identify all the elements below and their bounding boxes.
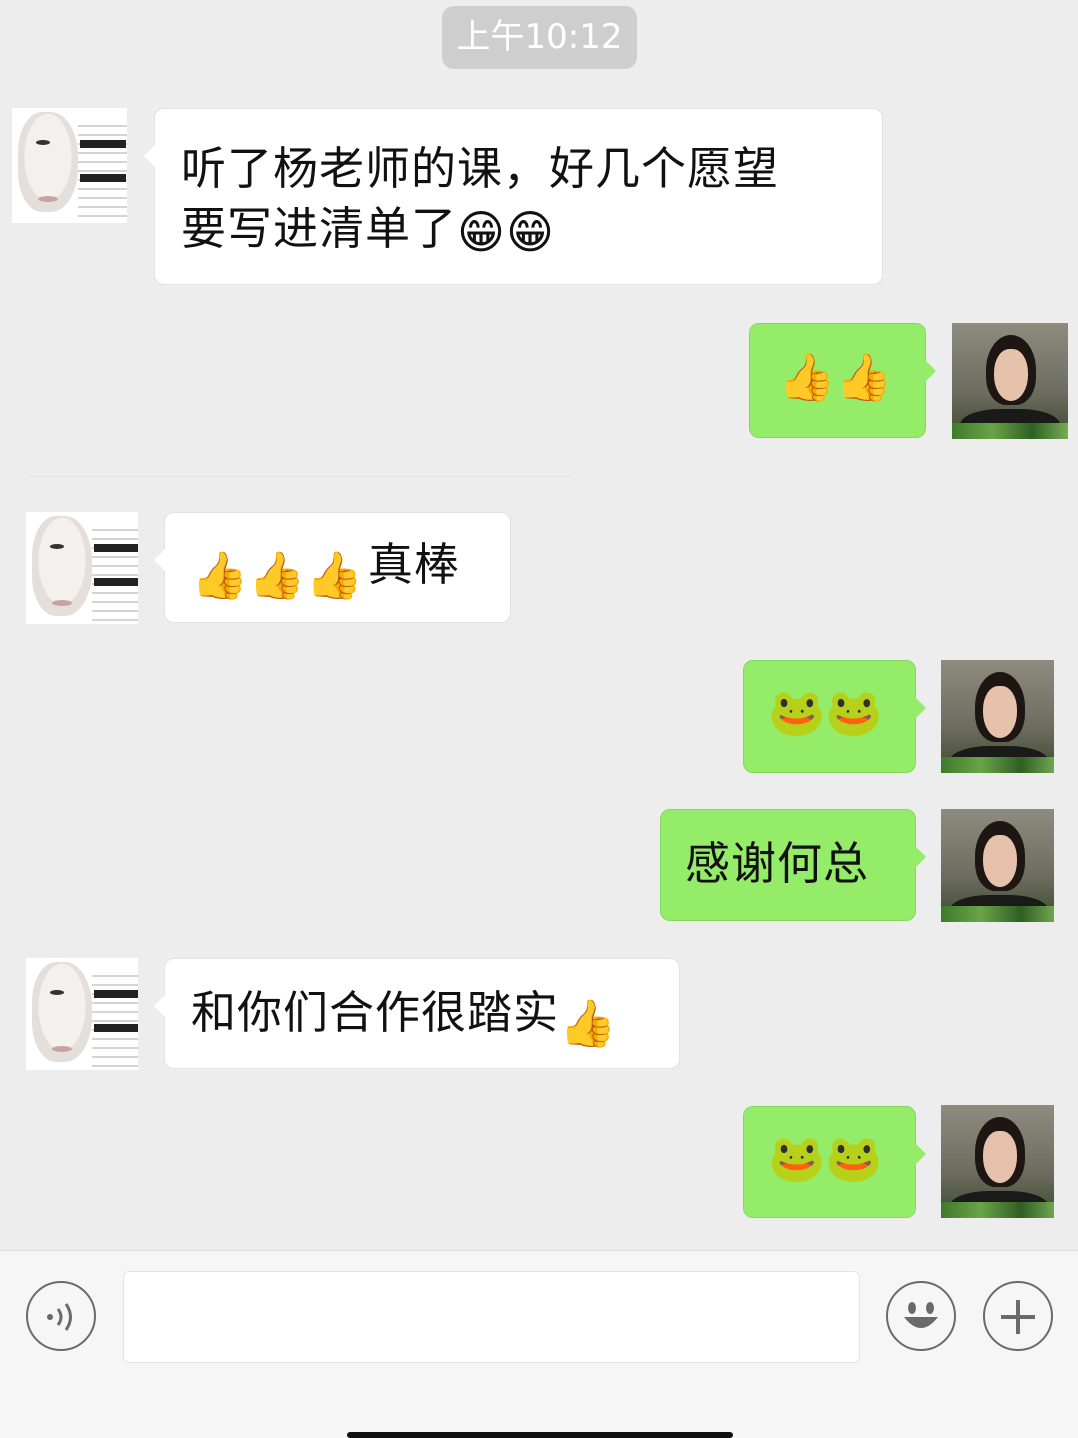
message-text: 感谢何总 xyxy=(685,837,870,890)
voice-button[interactable] xyxy=(26,1281,96,1351)
message-text: 听了杨老师的课，好几个愿望 xyxy=(181,142,780,195)
message-text: 和你们合作很踏实 xyxy=(191,986,560,1039)
voice-icon xyxy=(47,1303,72,1331)
thumbs-up-emoji: 👍👍 xyxy=(778,350,893,404)
message-bubble-incoming[interactable]: 和你们合作很踏实👍 xyxy=(154,958,680,1069)
emoji-button[interactable] xyxy=(886,1281,956,1351)
message-input[interactable] xyxy=(123,1271,860,1363)
thumbs-up-emoji: 👍👍👍 xyxy=(191,548,363,602)
message-bubble-outgoing[interactable]: 🐸🐸 xyxy=(743,1106,926,1218)
contact-avatar[interactable] xyxy=(26,958,138,1070)
message-composer xyxy=(0,1250,1078,1438)
message-text: 真棒 xyxy=(367,538,460,591)
message-bubble-incoming[interactable]: 👍👍👍 真棒 xyxy=(154,512,511,623)
frog-emoji: 🐸🐸 xyxy=(768,685,883,739)
my-avatar[interactable] xyxy=(952,323,1068,439)
my-avatar[interactable] xyxy=(941,1105,1054,1218)
home-indicator xyxy=(347,1432,733,1438)
thumbs-up-emoji: 👍 xyxy=(559,996,617,1050)
chat-screen: 上午10:12 听了杨老师的课，好几个愿望 要写进清单了😁😁 👍👍 👍👍👍 真棒… xyxy=(0,0,1078,1438)
divider xyxy=(30,476,570,477)
message-bubble-outgoing[interactable]: 👍👍 xyxy=(749,323,936,438)
message-bubble-outgoing[interactable]: 🐸🐸 xyxy=(743,660,926,773)
message-bubble-outgoing[interactable]: 感谢何总 xyxy=(660,809,926,921)
my-avatar[interactable] xyxy=(941,660,1054,773)
grin-emoji: 😁😁 xyxy=(457,205,555,259)
message-timestamp: 上午10:12 xyxy=(442,6,637,69)
my-avatar[interactable] xyxy=(941,809,1054,922)
contact-avatar[interactable] xyxy=(26,512,138,624)
emoji-face-icon xyxy=(904,1302,938,1328)
frog-emoji: 🐸🐸 xyxy=(768,1131,883,1185)
message-bubble-incoming[interactable]: 听了杨老师的课，好几个愿望 要写进清单了😁😁 xyxy=(144,108,883,285)
more-button[interactable] xyxy=(983,1281,1053,1351)
contact-avatar[interactable] xyxy=(12,108,127,223)
message-text: 要写进清单了 xyxy=(181,202,458,255)
